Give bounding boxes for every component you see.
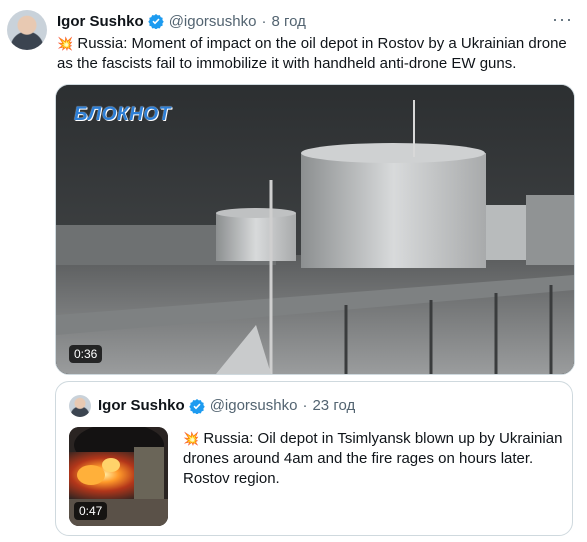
quoted-time-separator: · (302, 397, 308, 414)
collision-emoji-icon: 💥 (57, 36, 74, 51)
video-watermark: БЛОКНОТ (74, 104, 171, 125)
quoted-tweet-text: 💥 Russia: Oil depot in Tsimlyansk blown … (183, 429, 563, 489)
quoted-tweet-text-content: Russia: Oil depot in Tsimlyansk blown up… (183, 430, 563, 487)
author-handle[interactable]: @igorsushko (169, 13, 257, 30)
quoted-video-thumbnail[interactable]: 0:47 (69, 427, 168, 526)
time-separator: · (261, 12, 267, 30)
more-options-icon[interactable]: ··· (552, 9, 573, 30)
author-avatar[interactable] (7, 10, 47, 50)
video-frame (56, 85, 574, 374)
quoted-author-handle: @igorsushko (209, 397, 298, 414)
tweet-video[interactable]: БЛОКНОТ 0:36 (55, 84, 575, 375)
quoted-author-name: Igor Sushko (98, 397, 185, 414)
tweet-text: 💥 Russia: Moment of impact on the oil de… (57, 34, 577, 74)
quoted-author-avatar (69, 395, 91, 417)
author-name[interactable]: Igor Sushko (57, 13, 144, 30)
quoted-tweet-time: 23 год (312, 397, 356, 414)
tweet-header: Igor Sushko @igorsushko · 8 год (57, 11, 306, 31)
quoted-verified-badge-icon (188, 398, 205, 414)
quoted-collision-emoji-icon: 💥 (183, 431, 200, 446)
quoted-tweet[interactable]: Igor Sushko @igorsushko · 23 год 0:47 💥 … (55, 381, 573, 536)
quoted-tweet-header: Igor Sushko @igorsushko · 23 год (98, 397, 355, 414)
tweet-text-content: Russia: Moment of impact on the oil depo… (57, 35, 567, 72)
video-duration: 0:36 (69, 345, 103, 363)
verified-badge-icon (147, 14, 164, 29)
tweet-time[interactable]: 8 год (271, 13, 305, 30)
quoted-video-duration: 0:47 (74, 502, 108, 520)
